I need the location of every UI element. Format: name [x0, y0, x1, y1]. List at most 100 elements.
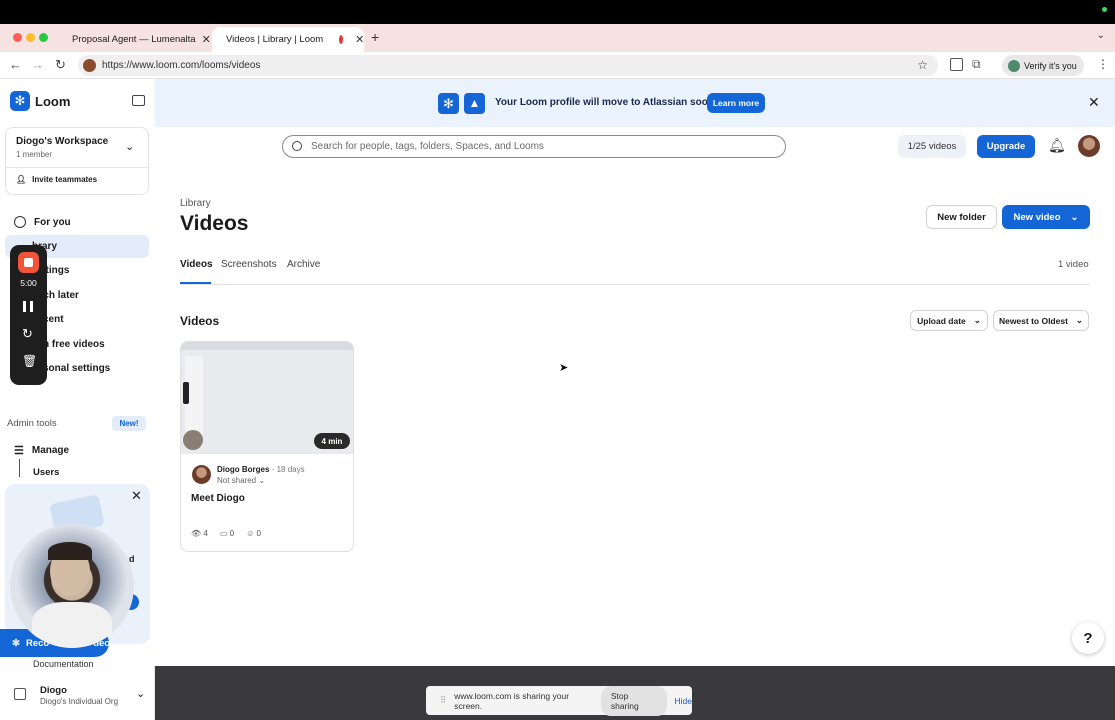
close-banner-icon[interactable]: ✕ — [1088, 94, 1100, 111]
sharing-message: www.loom.com is sharing your screen. — [454, 690, 570, 711]
tab-list-chevron-icon[interactable]: ⌄ — [1097, 30, 1105, 41]
chevron-down-icon: ⌄ — [973, 315, 981, 325]
atlassian-banner: ✻ ▲ Your Loom profile will move to Atlas… — [155, 79, 1115, 127]
restart-icon[interactable]: ↻ — [22, 326, 33, 342]
forward-icon[interactable]: → — [31, 57, 44, 72]
close-tab-icon[interactable]: ✕ — [355, 33, 364, 46]
workspace-card: Diogo's Workspace 1 member ⌄ 👤︎ Invite te… — [5, 127, 149, 195]
new-video-button[interactable]: New video ⌄ — [1002, 205, 1090, 229]
screen-share-icon[interactable] — [950, 58, 963, 71]
bookmark-star-icon[interactable]: ☆ — [917, 58, 928, 72]
video-thumbnail[interactable]: 4 min — [181, 342, 353, 454]
sharing-status[interactable]: Not shared ⌄ — [217, 476, 265, 485]
promo-text-tail: d — [129, 554, 135, 564]
close-tab-icon[interactable]: ✕ — [202, 33, 211, 46]
video-quota[interactable]: 1/25 videos — [898, 135, 966, 158]
learn-more-button[interactable]: Learn more — [707, 93, 765, 113]
tab-videos[interactable]: Videos — [180, 259, 213, 270]
tab-divider — [180, 284, 1090, 285]
camera-bubble[interactable] — [10, 524, 134, 648]
chevron-down-icon: ⌄ — [1075, 315, 1084, 325]
close-window-button[interactable] — [13, 33, 22, 42]
sort-field-label: Upload date — [917, 315, 966, 326]
video-card[interactable]: 4 min Diogo Borges · 18 days Not shared … — [180, 341, 354, 552]
upgrade-button[interactable]: Upgrade — [977, 135, 1035, 158]
section-title: Videos — [180, 314, 220, 328]
video-title[interactable]: Meet Diogo — [191, 493, 245, 504]
sidebar-item-earn-free-videos[interactable]: n free videos — [43, 339, 105, 350]
new-tab-icon[interactable]: + — [371, 29, 379, 45]
recording-controls: 5:00 ↻ 🗑︎ — [10, 245, 47, 385]
browser-menu-icon[interactable]: ⋮ — [1097, 57, 1109, 71]
browser-tab-strip: Proposal Agent — Lumenalta ✕ Videos | Li… — [0, 24, 1115, 52]
verify-label: Verify it's you — [1024, 60, 1077, 71]
drag-handle-icon[interactable]: ⠿ — [440, 695, 446, 706]
browser-tab-proposal[interactable]: Proposal Agent — Lumenalta ✕ — [58, 27, 211, 52]
divider — [6, 167, 148, 168]
sort-order-dropdown[interactable]: Newest to Oldest ⌄ — [993, 310, 1089, 331]
reactions-stat: ☺ 0 — [246, 529, 261, 538]
invite-label: Invite teammates — [32, 175, 98, 184]
maximize-window-button[interactable] — [39, 33, 48, 42]
close-promo-icon[interactable]: ✕ — [131, 488, 142, 504]
top-system-bar — [0, 0, 1115, 24]
reload-icon[interactable]: ↻ — [55, 57, 66, 73]
browser-tab-loom[interactable]: Videos | Library | Loom ✕ — [212, 27, 364, 52]
author-name[interactable]: Diogo Borges — [217, 465, 269, 474]
notifications-bell-icon[interactable]: 🔔︎ — [1048, 137, 1066, 154]
pause-icon[interactable] — [30, 301, 33, 312]
app-logo-text: Loom — [35, 94, 71, 109]
search-input[interactable]: Search for people, tags, folders, Spaces… — [282, 135, 786, 158]
sidebar-item-users[interactable]: Users — [33, 467, 59, 478]
views-stat: 👁︎ 4 — [191, 529, 208, 538]
minimize-window-button[interactable] — [26, 33, 35, 42]
org-name[interactable]: Diogo — [40, 685, 67, 696]
user-avatar[interactable] — [1078, 135, 1100, 157]
recording-timer: 5:00 — [20, 278, 37, 288]
sidebar-item-documentation[interactable]: Documentation — [33, 659, 94, 669]
new-folder-button[interactable]: New folder — [926, 205, 997, 229]
chevron-down-icon[interactable]: ⌄ — [125, 140, 134, 153]
extensions-icon[interactable]: ⧉ — [972, 57, 981, 72]
tab-title: Proposal Agent — Lumenalta — [72, 34, 196, 45]
help-button[interactable]: ? — [1072, 622, 1104, 654]
tab-screenshots[interactable]: Screenshots — [221, 259, 277, 270]
stop-recording-button[interactable] — [18, 252, 39, 273]
verify-profile-button[interactable]: Verify it's you — [1002, 55, 1084, 76]
new-video-label: New video — [1013, 211, 1061, 223]
collapse-sidebar-icon[interactable] — [132, 95, 145, 106]
shirt — [32, 602, 112, 648]
site-info-icon[interactable] — [83, 59, 96, 72]
sidebar-item-label: sonal settings — [43, 363, 111, 374]
loom-logo-icon: ✻ — [438, 93, 459, 114]
sidebar-item-personal-settings[interactable]: sonal settings — [43, 363, 110, 374]
banner-text: Your Loom profile will move to Atlassian… — [495, 97, 717, 108]
comments-stat: ▭ 0 — [219, 529, 235, 538]
tab-title: Videos | Library | Loom — [226, 34, 324, 45]
address-bar[interactable]: https://www.loom.com/looms/videos ☆ — [78, 55, 938, 76]
mouse-cursor-icon: ➤ — [559, 362, 569, 374]
trash-icon[interactable]: 🗑︎ — [22, 354, 37, 368]
breadcrumb[interactable]: Library — [180, 198, 211, 209]
stop-icon — [24, 258, 33, 267]
sort-field-dropdown[interactable]: Upload date ⌄ — [910, 310, 988, 331]
thumbnail-camera — [183, 430, 203, 450]
loom-logo-icon: ✻ — [10, 91, 30, 111]
stop-sharing-button[interactable]: Stop sharing — [600, 685, 667, 716]
invite-teammates-button[interactable]: 👤︎ Invite teammates — [16, 175, 97, 184]
video-stats: 👁︎ 4 ▭ 0 ☺ 0 — [191, 529, 261, 538]
sidebar-item-for-you[interactable]: For you — [14, 216, 71, 228]
tab-archive[interactable]: Archive — [287, 259, 320, 270]
pause-icon[interactable] — [23, 301, 26, 312]
reactions-count: 0 — [256, 529, 261, 538]
org-sub: Diogo's Individual Org — [40, 697, 119, 706]
thumbnail-browser-bar — [181, 342, 353, 350]
sidebar-item-label: Users — [33, 467, 60, 478]
hide-button[interactable]: Hide — [675, 696, 692, 706]
back-icon[interactable]: ← — [9, 57, 22, 72]
chevron-down-icon[interactable]: ⌄ — [136, 687, 145, 700]
workspace-name[interactable]: Diogo's Workspace — [16, 136, 108, 147]
new-badge: New! — [112, 416, 146, 431]
user-icon — [14, 216, 26, 228]
sidebar-item-manage[interactable]: ☰ Manage — [14, 444, 69, 457]
